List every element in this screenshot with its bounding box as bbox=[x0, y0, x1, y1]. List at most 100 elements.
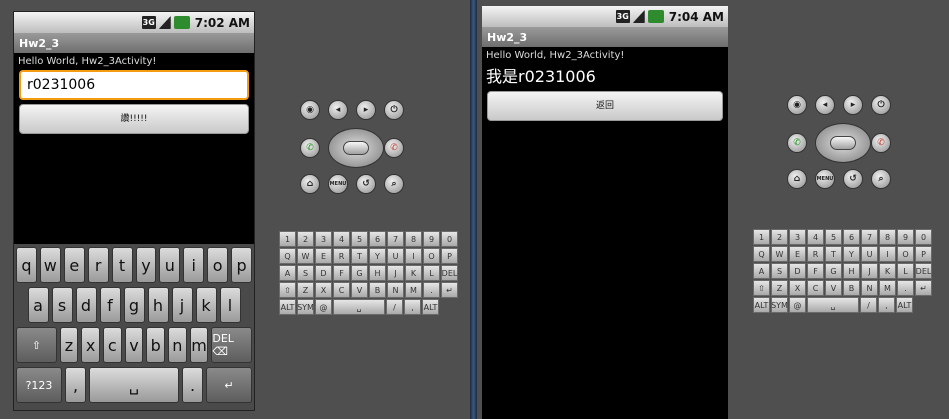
hardware-key[interactable]: ⇧ bbox=[753, 280, 770, 296]
hardware-key[interactable]: @ bbox=[789, 297, 806, 313]
hardware-key[interactable]: I bbox=[405, 248, 422, 264]
hardware-key[interactable]: 6 bbox=[369, 231, 386, 247]
hardware-key[interactable]: / bbox=[860, 297, 877, 313]
hardware-key[interactable]: W bbox=[297, 248, 314, 264]
search-icon[interactable]: ⌕ bbox=[871, 169, 891, 189]
hardware-key[interactable]: ↵ bbox=[441, 282, 458, 298]
hardware-key[interactable]: SYM bbox=[297, 299, 314, 315]
hardware-key[interactable]: R bbox=[333, 248, 350, 264]
soft-key[interactable]: v bbox=[124, 327, 144, 363]
menu-icon[interactable]: MENU bbox=[328, 174, 348, 194]
home-icon[interactable]: ⌂ bbox=[787, 169, 807, 189]
hardware-key[interactable]: 7 bbox=[387, 231, 404, 247]
soft-key[interactable]: ⇧ bbox=[16, 327, 57, 363]
hardware-key[interactable]: J bbox=[387, 265, 404, 281]
submit-button[interactable]: 讚!!!!! bbox=[19, 104, 249, 134]
hardware-key[interactable]: ALT bbox=[753, 297, 770, 313]
dpad-center-button[interactable] bbox=[830, 136, 856, 150]
hardware-key[interactable]: 2 bbox=[297, 231, 314, 247]
hardware-key[interactable]: 4 bbox=[333, 231, 350, 247]
hardware-key[interactable]: X bbox=[789, 280, 806, 296]
hardware-key[interactable]: N bbox=[861, 280, 878, 296]
hardware-key[interactable]: U bbox=[861, 246, 878, 262]
hardware-key[interactable]: L bbox=[423, 265, 440, 281]
dpad[interactable] bbox=[815, 123, 871, 163]
soft-key[interactable]: y bbox=[135, 247, 157, 283]
hardware-key[interactable]: 2 bbox=[771, 229, 788, 245]
end-call-icon[interactable]: ✆ bbox=[871, 133, 891, 153]
back-button[interactable]: 返回 bbox=[487, 91, 723, 121]
dpad-center-button[interactable] bbox=[343, 141, 369, 155]
hardware-key[interactable]: 6 bbox=[843, 229, 860, 245]
hardware-key[interactable]: ⇧ bbox=[279, 282, 296, 298]
camera-icon[interactable]: ◉ bbox=[787, 95, 807, 115]
hardware-key[interactable]: R bbox=[807, 246, 824, 262]
hardware-key[interactable]: A bbox=[753, 263, 770, 279]
hardware-key[interactable]: W bbox=[771, 246, 788, 262]
soft-key[interactable]: n bbox=[168, 327, 187, 363]
back-icon[interactable]: ↺ bbox=[843, 169, 863, 189]
soft-key[interactable]: ?123 bbox=[16, 367, 62, 403]
soft-key[interactable]: r bbox=[87, 247, 109, 283]
soft-key[interactable]: z bbox=[59, 327, 79, 363]
soft-key[interactable]: g bbox=[123, 287, 145, 323]
camera-icon[interactable]: ◉ bbox=[300, 100, 320, 120]
hardware-key[interactable]: V bbox=[351, 282, 368, 298]
soft-key[interactable]: l bbox=[219, 287, 241, 323]
hardware-key[interactable]: L bbox=[897, 263, 914, 279]
soft-key[interactable]: ↵ bbox=[206, 367, 252, 403]
hardware-key[interactable]: ↵ bbox=[915, 280, 932, 296]
hardware-key[interactable]: K bbox=[879, 263, 896, 279]
hardware-key[interactable]: F bbox=[807, 263, 824, 279]
hardware-key[interactable]: M bbox=[405, 282, 422, 298]
hardware-key[interactable]: Q bbox=[753, 246, 770, 262]
soft-key[interactable]: c bbox=[102, 327, 122, 363]
hardware-key[interactable]: B bbox=[369, 282, 386, 298]
hardware-key[interactable]: Q bbox=[279, 248, 296, 264]
soft-key[interactable]: j bbox=[171, 287, 193, 323]
hardware-key[interactable]: 4 bbox=[807, 229, 824, 245]
soft-key[interactable]: x bbox=[81, 327, 100, 363]
hardware-key[interactable]: E bbox=[789, 246, 806, 262]
hardware-key[interactable]: @ bbox=[315, 299, 332, 315]
hardware-key[interactable]: 3 bbox=[315, 231, 332, 247]
hardware-key[interactable]: Z bbox=[297, 282, 314, 298]
hardware-key[interactable]: . bbox=[897, 280, 914, 296]
hardware-key[interactable]: D bbox=[789, 263, 806, 279]
soft-key[interactable]: o bbox=[207, 247, 229, 283]
hardware-key[interactable]: DEL bbox=[441, 265, 458, 281]
power-icon[interactable]: ⏻ bbox=[871, 95, 891, 115]
soft-key[interactable]: f bbox=[99, 287, 121, 323]
soft-key[interactable]: p bbox=[231, 247, 253, 283]
hardware-key[interactable]: , bbox=[404, 299, 421, 315]
hardware-key[interactable]: C bbox=[333, 282, 350, 298]
hardware-key[interactable]: T bbox=[351, 248, 368, 264]
hardware-key[interactable]: 7 bbox=[861, 229, 878, 245]
back-icon[interactable]: ↺ bbox=[356, 174, 376, 194]
hardware-key[interactable]: / bbox=[386, 299, 403, 315]
hardware-key[interactable]: 3 bbox=[789, 229, 806, 245]
name-input[interactable]: r0231006 bbox=[19, 70, 249, 100]
call-icon[interactable]: ✆ bbox=[300, 138, 320, 158]
hardware-key[interactable]: ALT bbox=[279, 299, 296, 315]
hardware-key[interactable]: X bbox=[315, 282, 332, 298]
volume-up-icon[interactable]: ▸ bbox=[843, 95, 863, 115]
hardware-key[interactable]: . bbox=[423, 282, 440, 298]
dpad[interactable] bbox=[328, 128, 384, 168]
hardware-key[interactable]: E bbox=[315, 248, 332, 264]
soft-key[interactable]: s bbox=[51, 287, 73, 323]
power-icon[interactable]: ⏻ bbox=[384, 100, 404, 120]
soft-key[interactable]: u bbox=[159, 247, 181, 283]
hardware-key[interactable]: T bbox=[825, 246, 842, 262]
volume-down-icon[interactable]: ◂ bbox=[815, 95, 835, 115]
hardware-key[interactable]: J bbox=[861, 263, 878, 279]
hardware-key[interactable]: 8 bbox=[405, 231, 422, 247]
hardware-key[interactable]: P bbox=[441, 248, 458, 264]
hardware-key[interactable]: M bbox=[879, 280, 896, 296]
hardware-key[interactable]: 0 bbox=[915, 229, 932, 245]
menu-icon[interactable]: MENU bbox=[815, 169, 835, 189]
soft-key[interactable]: DEL ⌫ bbox=[211, 327, 252, 363]
soft-key[interactable]: b bbox=[146, 327, 165, 363]
soft-key[interactable]: e bbox=[63, 247, 85, 283]
call-icon[interactable]: ✆ bbox=[787, 133, 807, 153]
